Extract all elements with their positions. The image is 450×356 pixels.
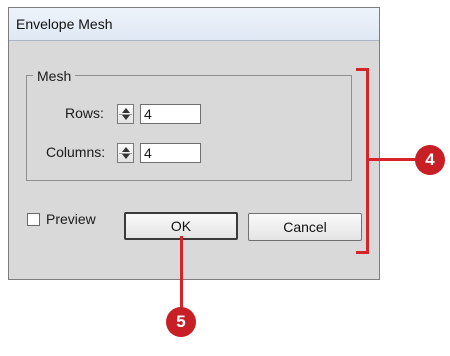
preview-label: Preview [46,211,96,227]
stepper-down-icon[interactable] [122,154,130,159]
columns-stepper[interactable] [117,143,134,163]
stepper-down-icon[interactable] [122,115,130,120]
callout-bracket-bottom [356,251,369,254]
title-bar[interactable]: Envelope Mesh [9,8,379,41]
callout-bracket-top [356,68,369,71]
rows-field[interactable]: 4 [140,104,201,124]
rows-label: Rows: [65,105,104,121]
callout-connector-5 [180,236,183,310]
dialog-title: Envelope Mesh [16,16,113,32]
columns-field[interactable]: 4 [140,143,201,163]
columns-label: Columns: [46,144,106,160]
callout-badge-4: 4 [415,145,445,175]
stepper-up-icon[interactable] [122,147,130,152]
mesh-groupbox [26,75,352,181]
rows-stepper[interactable] [117,104,134,124]
callout-connector-4 [369,158,417,161]
mesh-group-label: Mesh [33,68,76,84]
callout-bracket [366,68,369,254]
cancel-button[interactable]: Cancel [248,213,362,241]
callout-badge-5: 5 [166,307,196,337]
stepper-up-icon[interactable] [122,108,130,113]
preview-checkbox[interactable] [27,213,40,226]
